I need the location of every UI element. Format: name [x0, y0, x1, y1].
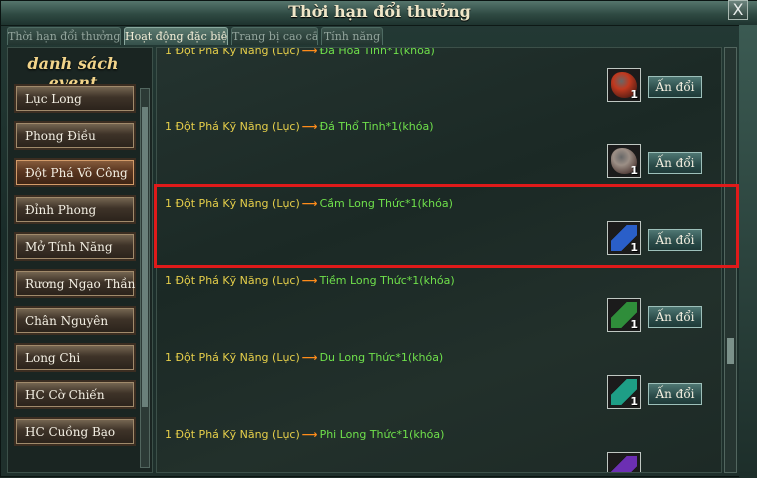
sidebar-item-label: HC Cuồng Bạo — [25, 425, 116, 439]
tab-features[interactable]: Tính năng — [321, 27, 383, 45]
earth-stone-icon[interactable]: 1 — [607, 144, 641, 178]
sidebar-item-label: Đột Phá Võ Công — [25, 166, 128, 180]
sidebar-item-label: Phong Điều — [25, 129, 96, 143]
arrow-icon: ⟶ — [301, 47, 318, 57]
event-list-sidebar: danh sách event Lục Long Phong Điều Đột Ph… — [7, 47, 153, 473]
exchange-window: Thời hạn đổi thưởng X Thời hạn đổi thưởn… — [0, 0, 757, 478]
reward-text: Tiềm Long Thức*1(khóa) — [319, 274, 455, 287]
exchange-button[interactable]: Ấn đổi — [648, 152, 702, 174]
sidebar-item[interactable]: HC Cuồng Bạo — [14, 417, 136, 446]
requirement-text: 1 Đột Phá Kỹ Năng (Lục) — [165, 274, 300, 287]
reward-text: Đá Hỏa Tinh*1(khóa) — [319, 47, 435, 57]
sidebar-item-label: Mở Tính Năng — [25, 240, 113, 254]
tab-exchange-period[interactable]: Thời hạn đổi thưởng — [7, 27, 121, 45]
sidebar-item-label: Long Chi — [25, 351, 81, 365]
arrow-icon: ⟶ — [301, 274, 318, 287]
reward-description: 1 Đột Phá Kỹ Năng (Lục) ⟶ Phi Long Thức*1(… — [165, 428, 444, 441]
reward-description: 1 Đột Phá Kỹ Năng (Lục) ⟶ Cầm Long Thức*1(… — [165, 197, 453, 210]
reward-row: 1 Đột Phá Kỹ Năng (Lục) ⟶ Du Long Thức*1(k… — [157, 345, 721, 422]
sidebar-item[interactable]: Đột Phá Võ Công — [14, 158, 136, 187]
arrow-icon: ⟶ — [301, 428, 318, 441]
exchange-button[interactable]: Ấn đổi — [648, 306, 702, 328]
item-quantity: 1 — [630, 88, 638, 101]
sidebar-item-label: Rương Ngạo Thần — [25, 277, 136, 291]
reward-text: Du Long Thức*1(khóa) — [319, 351, 444, 364]
fire-stone-icon[interactable]: 1 — [607, 68, 641, 102]
item-quantity: 1 — [630, 395, 638, 408]
sidebar-item[interactable]: Rương Ngạo Thần — [14, 269, 136, 298]
sidebar-item-label: HC Cờ Chiến — [25, 388, 105, 402]
reward-row: 1 Đột Phá Kỹ Năng (Lục) ⟶ Đá Hỏa Tinh*1(kh… — [157, 47, 721, 115]
reward-description: 1 Đột Phá Kỹ Năng (Lục) ⟶ Đá Thổ Tinh*1(kh… — [165, 120, 434, 133]
arrow-icon: ⟶ — [301, 351, 318, 364]
window-title: Thời hạn đổi thưởng — [288, 2, 471, 21]
arrow-icon: ⟶ — [301, 197, 318, 210]
reward-text: Cầm Long Thức*1(khóa) — [319, 197, 453, 210]
sidebar-item[interactable]: Phong Điều — [14, 121, 136, 150]
title-bar: Thời hạn đổi thưởng X — [1, 0, 757, 26]
requirement-text: 1 Đột Phá Kỹ Năng (Lục) — [165, 428, 300, 441]
sidebar-item-label: Đỉnh Phong — [25, 203, 97, 217]
sidebar-item[interactable]: Mở Tính Năng — [14, 232, 136, 261]
reward-text: Phi Long Thức*1(khóa) — [319, 428, 445, 441]
sidebar-scroll-thumb[interactable] — [142, 107, 148, 407]
requirement-text: 1 Đột Phá Kỹ Năng (Lục) — [165, 197, 300, 210]
item-graphic — [611, 456, 637, 472]
reward-row: 1 Đột Phá Kỹ Năng (Lục) ⟶ Đá Thổ Tinh*1(kh… — [157, 114, 721, 191]
green-scroll-icon[interactable]: 1 — [607, 298, 641, 332]
reward-row: 1 Đột Phá Kỹ Năng (Lục) ⟶ Tiềm Long Thức*1… — [157, 268, 721, 345]
reward-description: 1 Đột Phá Kỹ Năng (Lục) ⟶ Đá Hỏa Tinh*1(kh… — [165, 47, 435, 57]
sidebar-item-label: Lục Long — [25, 92, 82, 106]
blue-scroll-icon[interactable]: 1 — [607, 221, 641, 255]
tab-premium-gear[interactable]: Trang bị cao cấp — [231, 27, 318, 45]
teal-scroll-icon[interactable]: 1 — [607, 375, 641, 409]
requirement-text: 1 Đột Phá Kỹ Năng (Lục) — [165, 47, 300, 57]
requirement-text: 1 Đột Phá Kỹ Năng (Lục) — [165, 120, 300, 133]
requirement-text: 1 Đột Phá Kỹ Năng (Lục) — [165, 351, 300, 364]
reward-description: 1 Đột Phá Kỹ Năng (Lục) ⟶ Du Long Thức*1(k… — [165, 351, 443, 364]
item-quantity: 1 — [630, 164, 638, 177]
sidebar-item[interactable]: Long Chi — [14, 343, 136, 372]
close-button[interactable]: X — [728, 0, 748, 20]
reward-list-scrollbar[interactable] — [724, 47, 737, 473]
sidebar-item[interactable]: Lục Long — [14, 84, 136, 113]
reward-row: 1 Đột Phá Kỹ Năng (Lục) ⟶ Cầm Long Thức*1(… — [157, 191, 721, 268]
exchange-button[interactable]: Ấn đổi — [648, 383, 702, 405]
tab-special-events[interactable]: Hoạt động đặc biệt — [124, 27, 228, 45]
window-frame-edge — [739, 25, 757, 478]
exchange-button[interactable]: Ấn đổi — [648, 229, 702, 251]
reward-text: Đá Thổ Tinh*1(khóa) — [319, 120, 434, 133]
sidebar-item[interactable]: HC Cờ Chiến — [14, 380, 136, 409]
purple-scroll-icon[interactable] — [607, 452, 641, 472]
reward-description: 1 Đột Phá Kỹ Năng (Lục) ⟶ Tiềm Long Thức*1… — [165, 274, 455, 287]
reward-row: 1 Đột Phá Kỹ Năng (Lục) ⟶ Phi Long Thức*1(… — [157, 422, 721, 472]
reward-list: 1 Đột Phá Kỹ Năng (Lục) ⟶ Đá Hỏa Tinh*1(kh… — [156, 47, 722, 473]
item-quantity: 1 — [630, 241, 638, 254]
sidebar-item[interactable]: Đỉnh Phong — [14, 195, 136, 224]
exchange-button[interactable]: Ấn đổi — [648, 76, 702, 98]
arrow-icon: ⟶ — [301, 120, 318, 133]
item-quantity: 1 — [630, 318, 638, 331]
reward-list-scroll-thumb[interactable] — [727, 338, 734, 364]
sidebar-item[interactable]: Chân Nguyên — [14, 306, 136, 335]
sidebar-scrollbar[interactable] — [140, 88, 150, 468]
sidebar-item-label: Chân Nguyên — [25, 314, 109, 328]
